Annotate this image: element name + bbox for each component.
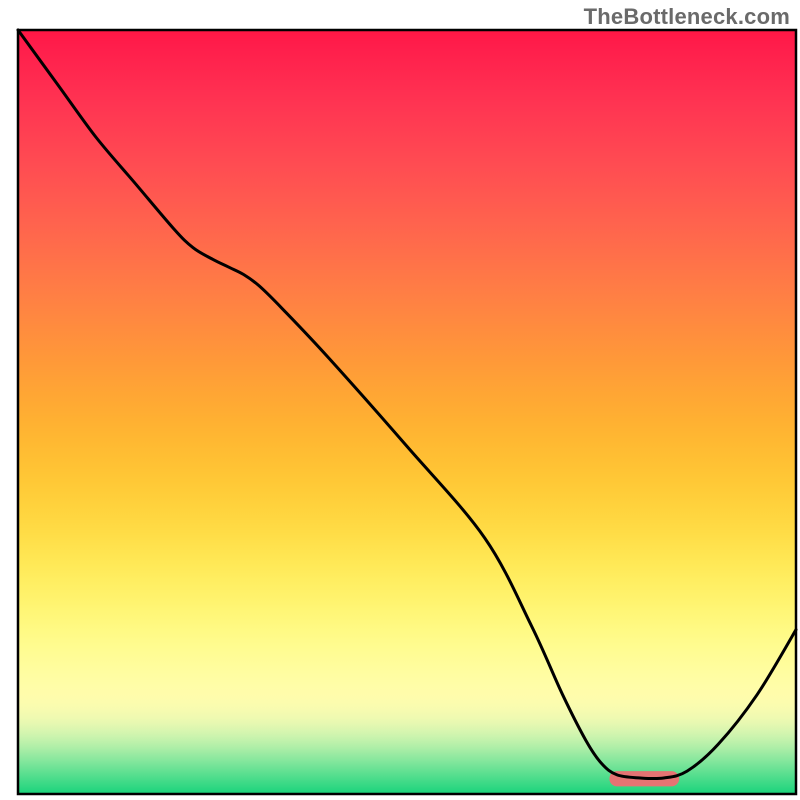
- bottleneck-chart: [0, 0, 800, 800]
- chart-background: [18, 30, 796, 794]
- watermark-label: TheBottleneck.com: [584, 4, 790, 30]
- chart-container: TheBottleneck.com: [0, 0, 800, 800]
